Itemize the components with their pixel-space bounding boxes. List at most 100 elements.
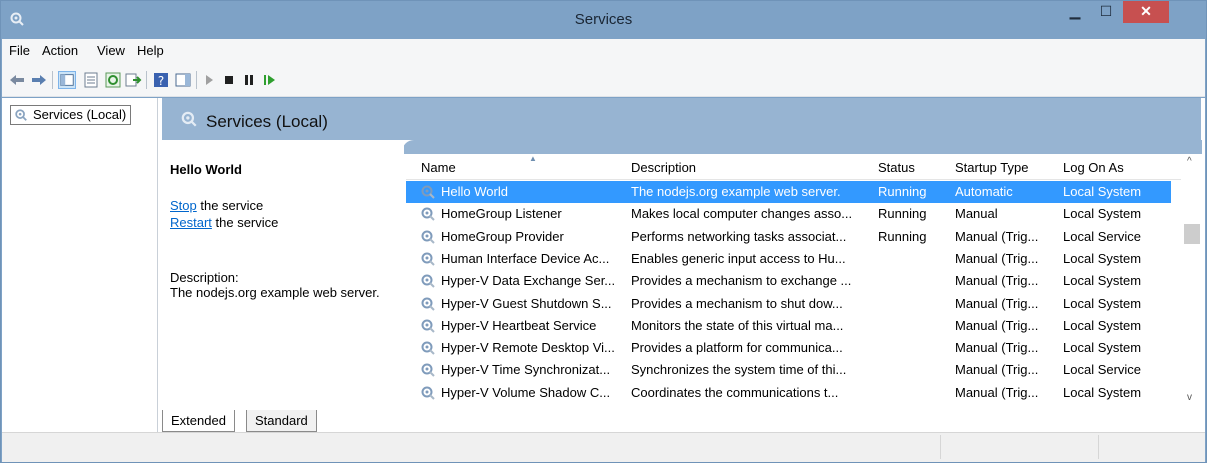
- services-list: ▲ Name Description Status Startup Type L…: [406, 154, 1181, 410]
- minimize-button[interactable]: ▁: [1060, 1, 1090, 23]
- cell-name: Hyper-V Volume Shadow C...: [441, 384, 611, 400]
- svg-text:?: ?: [158, 74, 164, 88]
- sort-ascending-icon: ▲: [529, 154, 537, 163]
- cell-startup: Manual (Trig...: [955, 340, 1039, 356]
- table-row[interactable]: Hyper-V Time Synchronizat... Synchronizes…: [406, 359, 1171, 381]
- table-row[interactable]: Hello World The nodejs.org example web se…: [406, 181, 1171, 203]
- scroll-down-icon[interactable]: v: [1187, 392, 1192, 403]
- status-divider: [1098, 435, 1099, 459]
- menu-bar: File Action View Help: [2, 39, 1205, 63]
- tab-extended[interactable]: Extended: [162, 410, 235, 432]
- table-row[interactable]: HomeGroup Listener Makes local computer c…: [406, 203, 1171, 225]
- table-row[interactable]: Hyper-V Remote Desktop Vi... Provides a p…: [406, 337, 1171, 359]
- title-bar[interactable]: Services ▁ ☐ ✕: [1, 1, 1206, 39]
- toolbar-separator: [146, 71, 147, 89]
- cell-startup: Manual (Trig...: [955, 273, 1039, 289]
- toolbar-separator: [52, 71, 53, 89]
- service-gear-icon: [420, 296, 436, 315]
- service-gear-icon: [420, 206, 436, 225]
- view-tabs: Extended Standard: [162, 410, 1201, 432]
- table-row[interactable]: Hyper-V Heartbeat Service Monitors the st…: [406, 315, 1171, 337]
- scrollbar-thumb[interactable]: [1184, 224, 1200, 244]
- stop-service-icon[interactable]: [220, 71, 238, 89]
- help-icon[interactable]: ?: [152, 71, 170, 89]
- service-gear-icon: [420, 385, 436, 404]
- export-list-icon[interactable]: [124, 71, 142, 89]
- page-title: Services (Local): [206, 112, 328, 131]
- vertical-scrollbar[interactable]: ^ v: [1183, 154, 1201, 410]
- cell-name: Hyper-V Guest Shutdown S...: [441, 295, 612, 311]
- cell-name: Hyper-V Remote Desktop Vi...: [441, 340, 615, 356]
- menu-help[interactable]: Help: [137, 43, 164, 58]
- restart-action: Restart the service: [170, 215, 278, 230]
- cell-description: Provides a mechanism to exchange ...: [631, 273, 852, 289]
- scroll-up-icon[interactable]: ^: [1187, 156, 1192, 167]
- service-description-pane: Hello World Stop the service Restart the…: [162, 140, 404, 390]
- tree-item-label: Services (Local): [33, 107, 127, 122]
- cell-logon: Local System: [1063, 317, 1142, 333]
- description-text: The nodejs.org example web server.: [170, 285, 380, 300]
- status-bar: [2, 432, 1205, 462]
- column-header-log-on-as[interactable]: Log On As: [1063, 160, 1124, 175]
- cell-status: Running: [878, 228, 927, 244]
- cell-logon: Local System: [1063, 340, 1142, 356]
- forward-arrow-icon[interactable]: [30, 71, 48, 89]
- restart-link[interactable]: Restart: [170, 215, 212, 230]
- menu-action[interactable]: Action: [42, 43, 78, 58]
- service-gear-icon: [420, 229, 436, 248]
- cell-description: Makes local computer changes asso...: [631, 206, 853, 222]
- cell-logon: Local System: [1063, 250, 1142, 266]
- table-row[interactable]: Hyper-V Guest Shutdown S... Provides a me…: [406, 293, 1171, 315]
- service-gear-icon: [420, 362, 436, 381]
- show-hide-tree-icon[interactable]: [58, 71, 76, 89]
- maximize-button[interactable]: ☐: [1091, 1, 1121, 23]
- column-header-description[interactable]: Description: [631, 160, 696, 175]
- window-title: Services: [574, 11, 633, 28]
- cell-description: Synchronizes the system time of thi...: [631, 362, 847, 378]
- content-area: Services (Local) Services (Local) Hello …: [2, 98, 1205, 432]
- service-gear-icon: [420, 273, 436, 292]
- cell-startup: Automatic: [955, 184, 1013, 199]
- pause-service-icon[interactable]: [240, 71, 258, 89]
- cell-name: Hyper-V Data Exchange Ser...: [441, 273, 616, 289]
- tab-standard[interactable]: Standard: [246, 410, 317, 432]
- services-gear-icon: [15, 109, 27, 121]
- cell-startup: Manual (Trig...: [955, 250, 1039, 266]
- cell-name: Hyper-V Heartbeat Service: [441, 317, 597, 333]
- menu-view[interactable]: View: [97, 43, 125, 58]
- toolbar: ?: [2, 63, 1205, 97]
- stop-suffix: the service: [196, 198, 264, 213]
- restart-service-icon[interactable]: [260, 71, 278, 89]
- table-row[interactable]: Hyper-V Volume Shadow C... Coordinates th…: [406, 382, 1171, 404]
- details-pane: Services (Local) Hello World Stop the se…: [162, 98, 1205, 432]
- cell-name: HomeGroup Provider: [441, 228, 564, 244]
- refresh-icon[interactable]: [104, 71, 122, 89]
- properties-icon[interactable]: [82, 71, 100, 89]
- cell-name: HomeGroup Listener: [441, 206, 562, 222]
- table-row[interactable]: Human Interface Device Ac... Enables gene…: [406, 248, 1171, 270]
- close-button[interactable]: ✕: [1123, 1, 1169, 23]
- column-header-startup-type[interactable]: Startup Type: [955, 160, 1028, 175]
- service-gear-icon: [420, 251, 436, 270]
- cell-startup: Manual: [955, 206, 998, 222]
- back-arrow-icon[interactable]: [8, 71, 26, 89]
- cell-description: Provides a mechanism to shut dow...: [631, 295, 843, 311]
- header-curve: [402, 140, 1202, 154]
- table-row[interactable]: HomeGroup Provider Performs networking ta…: [406, 226, 1171, 248]
- status-divider: [940, 435, 941, 459]
- column-header-name[interactable]: Name: [421, 160, 456, 175]
- stop-link[interactable]: Stop: [170, 198, 197, 213]
- cell-description: Enables generic input access to Hu...: [631, 250, 846, 266]
- cell-description: Coordinates the communications t...: [631, 384, 839, 400]
- tree-item-services-local[interactable]: Services (Local): [10, 105, 132, 125]
- cell-logon: Local Service: [1063, 362, 1142, 378]
- start-service-icon[interactable]: [200, 71, 218, 89]
- stop-action: Stop the service: [170, 198, 263, 213]
- header-band: Services (Local): [162, 98, 1201, 140]
- table-row[interactable]: Hyper-V Data Exchange Ser... Provides a m…: [406, 270, 1171, 292]
- menu-file[interactable]: File: [9, 43, 30, 58]
- column-header-status[interactable]: Status: [878, 160, 915, 175]
- cell-description: The nodejs.org example web server.: [631, 184, 841, 199]
- cell-startup: Manual (Trig...: [955, 362, 1039, 378]
- show-action-pane-icon[interactable]: [174, 71, 192, 89]
